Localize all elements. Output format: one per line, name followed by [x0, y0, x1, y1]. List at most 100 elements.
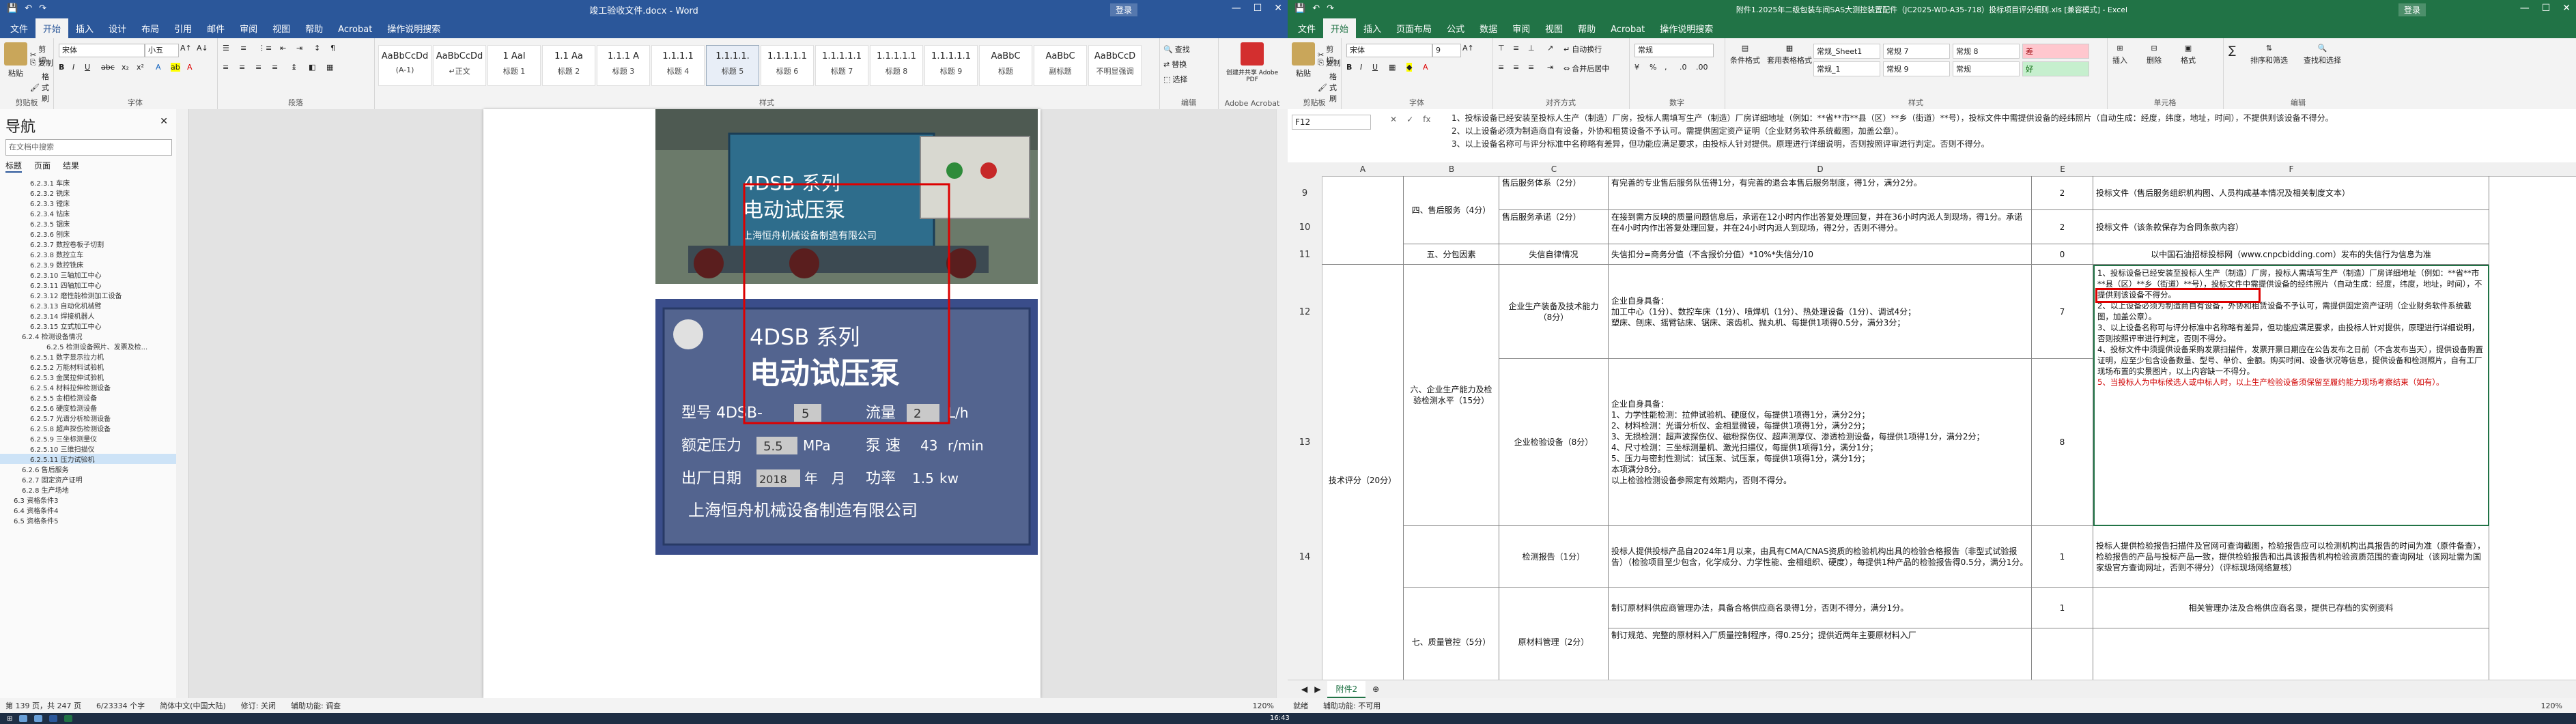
cell-style-item[interactable]: 好: [2022, 61, 2089, 76]
bullets-icon[interactable]: ☰: [223, 44, 229, 53]
italic-icon[interactable]: I: [1360, 63, 1362, 72]
tab-page-layout[interactable]: 页面布局: [1389, 18, 1439, 38]
row-header-13[interactable]: 13: [1288, 359, 1322, 527]
paste-button[interactable]: 粘贴: [4, 42, 27, 78]
style-item[interactable]: 1 AaI 标题 1: [487, 45, 541, 86]
clock[interactable]: 16:43: [1270, 714, 1290, 722]
nav-heading-item[interactable]: 6.2.5.2 万能材料试验机: [0, 362, 176, 372]
zoom-level[interactable]: 120%: [2541, 701, 2562, 710]
copy-button[interactable]: ⎘ 复制: [30, 57, 53, 68]
highlight-icon[interactable]: ab: [171, 63, 180, 72]
font-name-box[interactable]: 宋体: [1346, 44, 1432, 57]
cell-f9[interactable]: 投标文件（售后服务组织机构图、人员构成基本情况及相关制度文本）: [2093, 176, 2489, 210]
cell-e15[interactable]: 1: [2032, 588, 2093, 628]
nav-heading-item[interactable]: 6.2.3.1 车床: [0, 177, 176, 188]
nav-heading-item[interactable]: 6.2.5.9 三坐标测量仪: [0, 433, 176, 444]
style-item[interactable]: AaBbC 副标题: [1034, 45, 1087, 86]
align-top-icon[interactable]: ⊤: [1498, 44, 1505, 53]
cell-e12[interactable]: 7: [2032, 265, 2093, 359]
cell-b12[interactable]: 六、企业生产能力及检验检测水平（15分）: [1404, 265, 1499, 526]
autosum-icon[interactable]: ∑: [2228, 44, 2236, 57]
nav-heading-item[interactable]: 6.2.3.9 数控铣床: [0, 259, 176, 270]
tab-acrobat[interactable]: Acrobat: [330, 21, 380, 38]
align-center-icon[interactable]: ≡: [239, 63, 245, 72]
fx-icon[interactable]: fx: [1423, 115, 1430, 124]
cell-b11[interactable]: 五、分包因素: [1404, 244, 1499, 265]
nav-heading-item[interactable]: 6.2.6 售后服务: [0, 464, 176, 474]
cell-f16[interactable]: [2093, 628, 2489, 680]
nav-heading-item[interactable]: 6.2.3.3 镗床: [0, 198, 176, 208]
nav-heading-item[interactable]: 6.2.5.1 数字显示拉力机: [0, 351, 176, 362]
select-button[interactable]: ⬚ 选择: [1163, 74, 1187, 85]
justify-icon[interactable]: ≡: [272, 63, 278, 72]
nav-heading-item[interactable]: 6.2.3.2 铣床: [0, 188, 176, 198]
cell-a9[interactable]: [1322, 176, 1404, 265]
copy-button[interactable]: ⎘ 复制: [1318, 57, 1341, 68]
style-item[interactable]: AaBbCcD 不明显强调: [1088, 45, 1142, 86]
style-item[interactable]: 1.1.1.1 标题 4: [651, 45, 705, 86]
style-item[interactable]: AaBbC 标题: [979, 45, 1032, 86]
nav-heading-item[interactable]: 6.4 资格条件4: [0, 505, 176, 515]
currency-icon[interactable]: ¥: [1634, 63, 1639, 72]
font-color-icon[interactable]: A: [187, 63, 193, 72]
nav-heading-item[interactable]: 6.2.7 固定资产证明: [0, 474, 176, 484]
nav-heading-item[interactable]: 6.2.3.12 磨性能检测加工设备: [0, 290, 176, 300]
style-item[interactable]: AaBbCcDd (A-1): [378, 45, 431, 86]
tab-insert[interactable]: 插入: [68, 18, 101, 38]
format-cells-button[interactable]: ▣ 格式: [2181, 44, 2196, 66]
nav-heading-item[interactable]: 6.5 资格条件5: [0, 515, 176, 525]
cell-style-item[interactable]: 常规 9: [1883, 61, 1950, 76]
row-header-14[interactable]: 14: [1288, 526, 1322, 588]
nav-heading-item[interactable]: 6.2.5.8 超声探伤检测设备: [0, 423, 176, 433]
tab-home[interactable]: 开始: [36, 18, 69, 38]
start-icon[interactable]: ⊞: [7, 715, 12, 723]
tab-help[interactable]: 帮助: [1570, 18, 1603, 38]
app-icon[interactable]: [34, 715, 43, 722]
style-item[interactable]: 1.1.1 A 标题 3: [597, 45, 650, 86]
column-header-b[interactable]: B: [1404, 162, 1500, 177]
tab-insert[interactable]: 插入: [1356, 18, 1389, 38]
maximize-icon[interactable]: ☐: [2542, 3, 2551, 14]
sort-filter-button[interactable]: ⇅ 排序和筛选: [2250, 44, 2288, 66]
nav-heading-item[interactable]: 6.2.3.6 刨床: [0, 229, 176, 239]
cell-e11[interactable]: 0: [2032, 244, 2093, 265]
cell-f12[interactable]: 1、投标设备已经安装至投标人生产（制造）厂房，投标人需填写生产（制造）厂房详细地…: [2093, 265, 2489, 526]
cell-c10[interactable]: 售后服务承诺（2分）: [1499, 210, 1609, 244]
cell-f15[interactable]: 相关管理办法及合格供应商名录，提供已存档的实例资料: [2093, 588, 2489, 628]
align-center-icon[interactable]: ≡: [1513, 63, 1519, 72]
next-sheet-icon[interactable]: ▶: [1314, 684, 1320, 694]
cell-d11[interactable]: 失信扣分=商务分值（不含报价分值）*10%*失信分/10: [1609, 244, 2032, 265]
nav-heading-item[interactable]: 6.2.3.5 锯床: [0, 218, 176, 229]
cell-b15[interactable]: 七、质量管控（5分）: [1404, 588, 1499, 680]
sheet-tab[interactable]: 附件2: [1327, 680, 1366, 698]
borders-icon[interactable]: ▦: [1389, 63, 1396, 72]
minimize-icon[interactable]: —: [2520, 3, 2530, 14]
nav-heading-item[interactable]: 6.2.8 生产场地: [0, 484, 176, 495]
font-size-box[interactable]: 小五: [145, 44, 179, 57]
nav-tab-headings[interactable]: 标题: [5, 160, 23, 173]
cell-c15[interactable]: 原材料管理（2分）: [1499, 588, 1609, 680]
underline-icon[interactable]: U: [1372, 63, 1378, 72]
cell-f14[interactable]: 投标人提供检验报告扫描件及官网可查询截图，检验报告应可以检测机构出具报告的时间为…: [2093, 526, 2489, 588]
add-sheet-icon[interactable]: ⊕: [1372, 684, 1379, 694]
grow-font-icon[interactable]: A↑: [1462, 44, 1474, 53]
percent-icon[interactable]: %: [1650, 63, 1656, 72]
nav-heading-item[interactable]: 6.2.3.15 立式加工中心: [0, 321, 176, 331]
cell-d10[interactable]: 在接到需方反映的质量问题信息后，承诺在12小时内作出答复处理回复，并在36小时内…: [1609, 210, 2032, 244]
cancel-icon[interactable]: ✕: [1390, 115, 1397, 124]
insert-cells-button[interactable]: ⊞ 插入: [2112, 44, 2127, 66]
column-header-c[interactable]: C: [1499, 162, 1609, 177]
create-pdf-button[interactable]: 创建并共享 Adobe PDF: [1223, 42, 1281, 83]
tab-references[interactable]: 引用: [167, 18, 199, 38]
cell-e9[interactable]: 2: [2032, 176, 2093, 210]
cell-d14[interactable]: 投标人提供投标产品自2024年1月以来，由具有CMA/CNAS资质的检验机构出具…: [1609, 526, 2032, 588]
sort-icon[interactable]: ↕: [314, 44, 320, 53]
fill-color-icon[interactable]: ◆: [1406, 63, 1413, 72]
close-icon[interactable]: ✕: [2562, 3, 2571, 14]
comma-icon[interactable]: ,: [1665, 63, 1667, 72]
cell-c9[interactable]: 售后服务体系（2分）: [1499, 176, 1609, 210]
cell-c13[interactable]: 企业检验设备（8分）: [1499, 359, 1609, 526]
style-item[interactable]: 1.1.1.1.1 标题 8: [870, 45, 923, 86]
zoom-level[interactable]: 120%: [1253, 701, 1274, 710]
paste-button[interactable]: 粘贴: [1292, 42, 1315, 78]
